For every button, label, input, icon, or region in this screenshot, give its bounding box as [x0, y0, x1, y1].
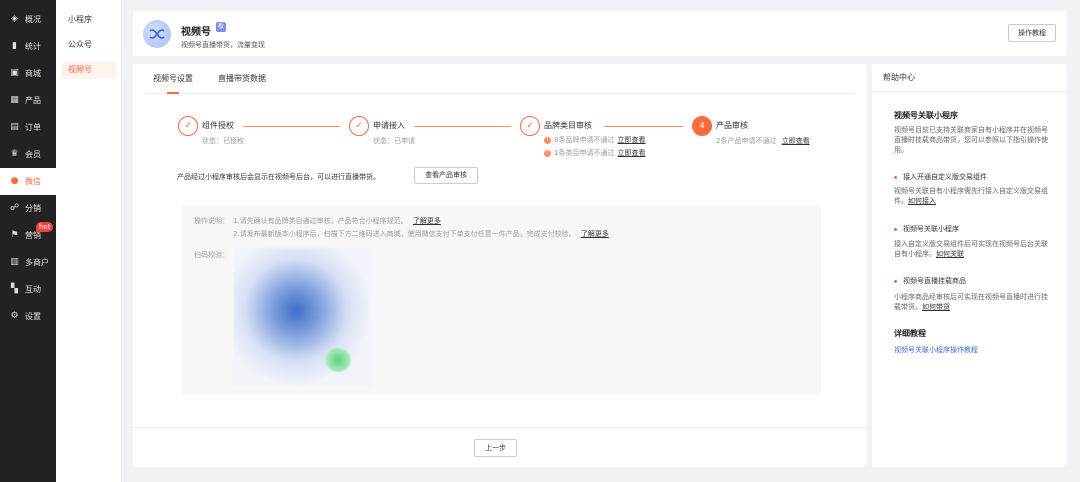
step-2-title: 申请接入	[373, 121, 405, 130]
step-2-check-icon: ✓	[349, 116, 369, 136]
wechat-icon: ●	[10, 176, 19, 186]
interact-icon: ▚	[11, 284, 18, 294]
main-sidebar: ◈ 概况 ▮ 统计 ▣ 商城 ▦ 产品 ▤ 订单 ♛ 会员 ● 微信 ☍ 分销 ⚑ 营销 hot ▥…	[0, 0, 56, 482]
video-account-logo-icon	[143, 20, 171, 48]
how-to-access-link[interactable]: 如何接入	[908, 197, 936, 205]
help-item-title: 接入开通自定义版交易组件	[894, 172, 987, 182]
tab-bar: 视频号设置 直播带货数据	[145, 64, 855, 94]
shop-icon: ▣	[10, 68, 19, 78]
view-now-link[interactable]: 立即查看	[617, 135, 645, 145]
flag-icon: ⚑	[10, 230, 19, 240]
version-badge: 板	[216, 22, 226, 32]
layers-icon: ◈	[11, 14, 18, 24]
order-icon: ▤	[10, 122, 19, 132]
subnav-item-official-account[interactable]: 公众号	[62, 37, 116, 53]
learn-more-link[interactable]: 了解更多	[413, 217, 441, 225]
help-section-title: 视频号关联小程序	[894, 111, 958, 120]
sidebar-item-shop[interactable]: ▣ 商城	[0, 60, 56, 87]
scan-verify-label: 扫码校验：	[194, 251, 229, 259]
sidebar-item-marketing[interactable]: ⚑ 营销 hot	[0, 222, 56, 249]
step-4-number: 4	[692, 116, 712, 136]
help-item-title: 视频号直播挂载商品	[894, 276, 966, 286]
main-card: 视频号设置 直播带货数据 ✓ 组件授权 状态：已授权 ✓ 申请接入 状态：已申请…	[133, 64, 866, 467]
step-1-check-icon: ✓	[178, 116, 198, 136]
step-connector	[414, 126, 511, 127]
help-center-card: 帮助中心 视频号关联小程序 视频号目前已支持关联商家自有小程序并在视频号直播时挂…	[872, 64, 1066, 467]
step-1-title: 组件授权	[202, 121, 234, 130]
sidebar-item-settings[interactable]: ⚙ 设置	[0, 303, 56, 330]
view-product-review-button[interactable]: 查看产品审核	[414, 167, 478, 184]
step-2-status: 状态：已申请	[373, 137, 415, 145]
sidebar-item-distribution[interactable]: ☍ 分销	[0, 195, 56, 222]
page-subtitle: 视频号直播带货，流量变现	[181, 41, 265, 49]
footer-bar: 上一步	[133, 427, 866, 467]
detail-tutorial-link[interactable]: 视频号关联小程序操作教程	[894, 345, 978, 355]
bar-chart-icon: ▮	[12, 41, 17, 51]
view-now-link[interactable]: 立即查看	[617, 148, 645, 158]
sidebar-item-overview[interactable]: ◈ 概况	[0, 6, 56, 33]
review-notice: 产品经过小程序审核后会显示在视频号后台，可以进行直播带货。	[177, 173, 380, 181]
sidebar-item-interaction[interactable]: ▚ 互动	[0, 276, 56, 303]
instruction-line-2: 2.请发布最新版本小程序后，扫描下方二维码进入商城，使用微信支付下单支付任意一件…	[233, 230, 609, 238]
crown-icon: ♛	[10, 149, 19, 159]
step-connector	[243, 126, 340, 127]
how-to-link-link[interactable]: 如何关联	[936, 250, 964, 258]
sidebar-item-members[interactable]: ♛ 会员	[0, 141, 56, 168]
qr-code	[234, 248, 372, 386]
warning-icon: !	[544, 149, 551, 157]
step-3-warning-row: ! 8条品牌申请不通过 立即查看	[544, 135, 645, 145]
instructions-label: 操作说明：	[194, 217, 229, 225]
help-section-text: 视频号目前已支持关联商家自有小程序并在视频号直播时挂载商品带货，您可以参照以下指…	[894, 126, 1048, 154]
gear-icon: ⚙	[10, 311, 19, 321]
previous-step-button[interactable]: 上一步	[474, 439, 517, 457]
grid-icon: ▦	[10, 95, 19, 105]
subnav-item-mini-program[interactable]: 小程序	[62, 12, 116, 28]
help-item-text: 视频号关联自有小程序需先行接入自定义版交易组件。如何接入	[894, 187, 1048, 205]
step-3-warning-row: ! 1条类目申请不通过 立即查看	[544, 148, 645, 158]
page-title: 视频号	[181, 27, 211, 38]
help-center-header: 帮助中心	[872, 64, 1066, 92]
warning-icon: !	[544, 136, 551, 144]
hot-badge: hot	[36, 222, 54, 232]
step-4-status: 2条产品申请不通过 立即查看	[716, 137, 810, 145]
step-3-title: 品牌类目审核	[544, 121, 592, 130]
help-item-title: 视频号关联小程序	[894, 224, 959, 234]
sidebar-item-orders[interactable]: ▤ 订单	[0, 114, 56, 141]
learn-more-link[interactable]: 了解更多	[581, 230, 609, 238]
subnav-item-video-account[interactable]: 视频号	[62, 62, 116, 78]
sidebar-item-wechat[interactable]: ● 微信	[0, 168, 56, 195]
sub-navigation: 小程序 公众号 视频号	[56, 0, 122, 482]
step-4-title: 产品审核	[716, 121, 748, 130]
sidebar-item-stats[interactable]: ▮ 统计	[0, 33, 56, 60]
help-item-text: 小程序商品经审核后可实现在视频号直播时进行挂载带货。如何带货	[894, 293, 1048, 311]
tutorial-button[interactable]: 操作教程	[1008, 24, 1056, 42]
sidebar-item-multi-merchant[interactable]: ▥ 多商户	[0, 249, 56, 276]
store-icon: ▥	[10, 257, 19, 267]
header-card: 视频号 板 视频号直播带货，流量变现 操作教程	[133, 11, 1066, 56]
step-3-check-icon: ✓	[520, 116, 540, 136]
how-to-sell-link[interactable]: 如何带货	[922, 303, 950, 311]
tab-video-settings[interactable]: 视频号设置	[153, 73, 193, 94]
step-1-status: 状态：已授权	[202, 137, 244, 145]
tab-live-sales-data[interactable]: 直播带货数据	[218, 73, 266, 84]
instruction-line-1: 1.请先确认有品牌类目通过审核，产品符合小程序规范。 了解更多	[233, 217, 441, 225]
view-now-link[interactable]: 立即查看	[782, 137, 810, 145]
sidebar-item-products[interactable]: ▦ 产品	[0, 87, 56, 114]
help-item-text: 接入自定义版交易组件后可实现在视频号后台关联自有小程序。如何关联	[894, 240, 1048, 258]
step-connector	[604, 126, 683, 127]
share-icon: ☍	[9, 203, 20, 213]
instructions-panel: 操作说明： 1.请先确认有品牌类目通过审核，产品符合小程序规范。 了解更多 2.…	[182, 205, 821, 395]
detail-tutorial-title: 详细教程	[894, 329, 926, 338]
